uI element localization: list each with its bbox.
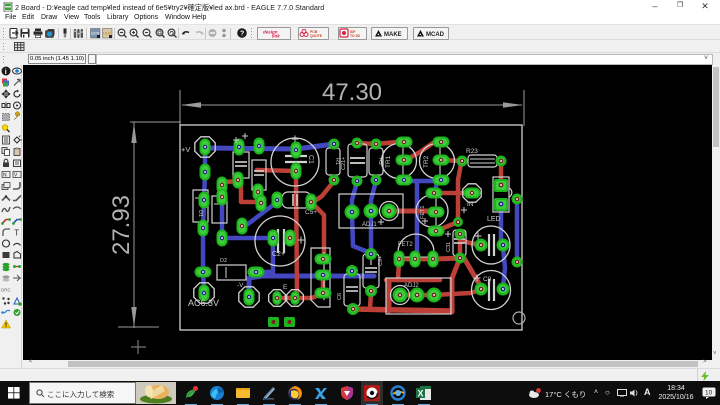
svg-text:?: ? [240,31,244,38]
svg-text:DRC: DRC [1,288,11,293]
svg-text:TR1: TR1 [385,155,392,168]
svg-text:FET2: FET2 [398,242,413,248]
svg-text:C6: C6 [337,293,343,300]
svg-text:TR2: TR2 [423,155,430,168]
svg-text:IN: IN [467,201,474,208]
svg-text:47.30: 47.30 [322,79,382,106]
svg-text:link: link [272,34,280,39]
svg-text:-V: -V [237,282,244,289]
svg-text:QUOTE: QUOTE [310,34,323,38]
svg-text:R1: R1 [334,158,340,165]
svg-text:MCAD: MCAD [426,32,445,38]
svg-text:D1: D1 [197,210,203,217]
svg-text:AC6.3V: AC6.3V [188,298,219,308]
svg-text:C9+: C9+ [378,256,384,266]
svg-text:10: 10 [705,390,713,397]
svg-text:E: E [283,284,288,291]
svg-text:R2: R2 [377,158,383,165]
svg-text:SCR: SCR [91,31,100,36]
svg-text:C8: C8 [483,276,492,283]
svg-text:MAKE: MAKE [384,32,402,38]
svg-text:+V: +V [181,145,190,154]
svg-text:ADJ1: ADJ1 [362,222,377,228]
svg-text:R23: R23 [466,148,478,155]
svg-text:T: T [14,229,19,238]
svg-text:TO 3D: TO 3D [350,34,360,38]
svg-text:FET1: FET1 [420,206,426,219]
svg-text:C1: C1 [307,155,314,164]
svg-text:X: X [418,389,424,399]
svg-text:C21+: C21+ [341,157,347,170]
svg-text:N: N [3,173,7,179]
svg-text:LED: LED [487,216,501,223]
svg-text:C2+: C2+ [272,251,285,258]
svg-text:ULP: ULP [103,31,111,36]
svg-text:C31: C31 [446,242,452,252]
svg-text:27.93: 27.93 [108,195,135,255]
svg-text:i: i [5,69,7,76]
svg-text:D2: D2 [220,258,227,264]
